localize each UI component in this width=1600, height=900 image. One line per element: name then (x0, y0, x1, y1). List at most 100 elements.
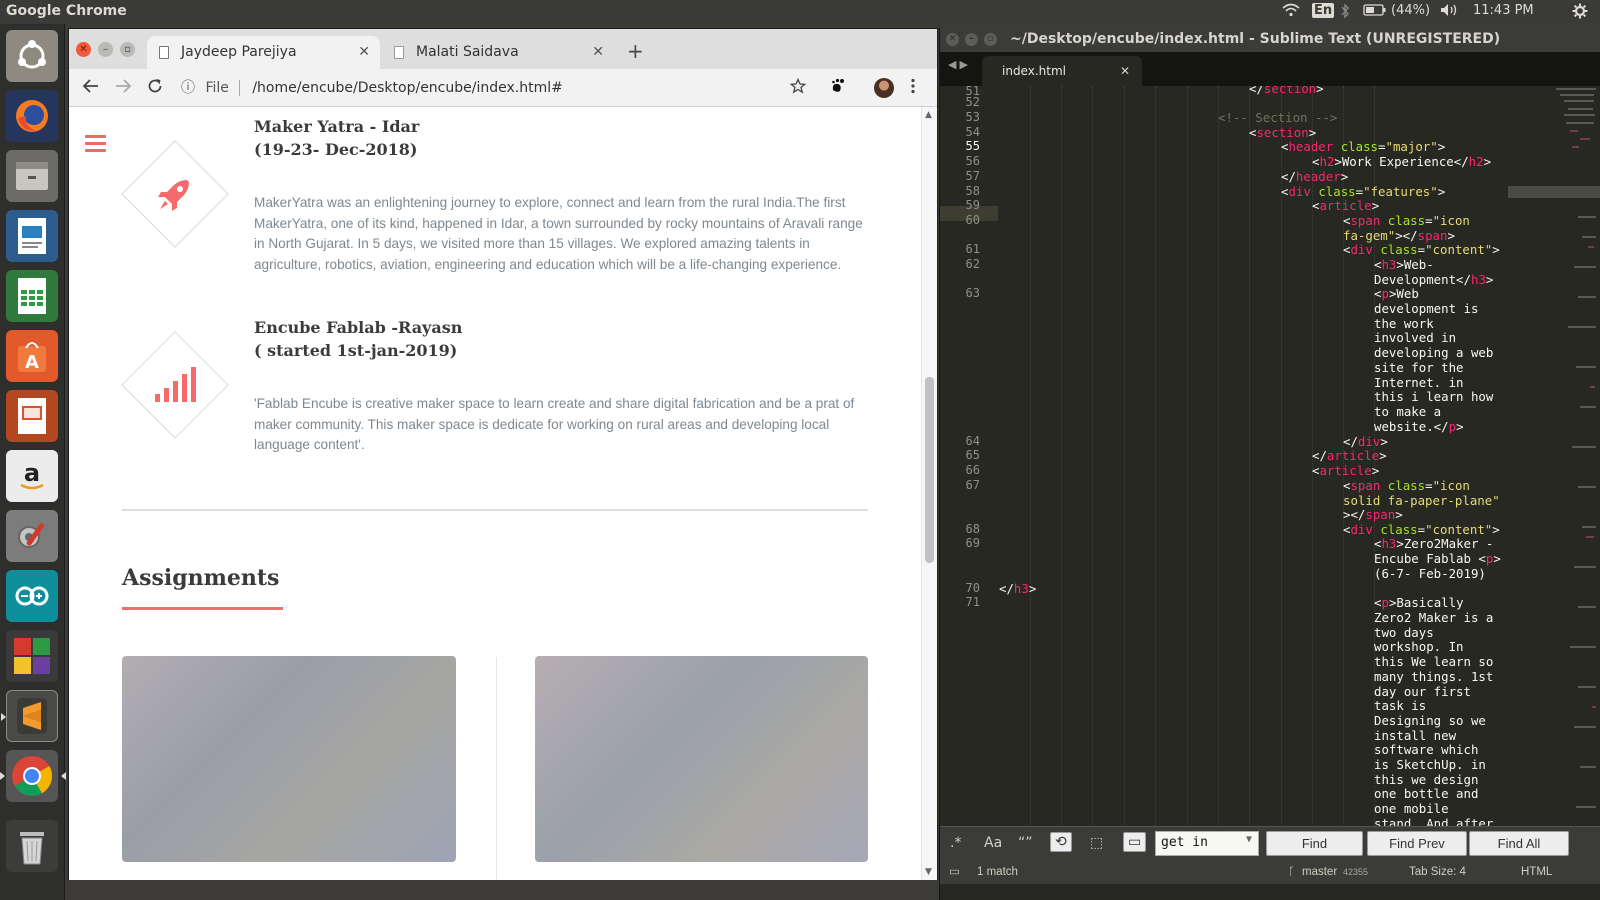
libreoffice-impress-icon[interactable] (6, 390, 58, 442)
find-input[interactable]: get in ▼ (1155, 831, 1259, 856)
status-bar: ▭ 1 match ᚴ master 42355 Tab Size: 4 HTM… (940, 860, 1600, 884)
line-number: 70 (965, 581, 980, 595)
line-number: 71 (965, 595, 980, 609)
session-gear-icon[interactable] (1572, 3, 1588, 23)
tab-malati-saidava[interactable]: Malati Saidava ✕ (382, 36, 614, 69)
scrollbar-thumb[interactable] (925, 377, 934, 563)
maximize-window-button[interactable]: ▫ (984, 33, 997, 46)
libreoffice-calc-icon[interactable] (6, 270, 58, 322)
line-number: 53 (965, 110, 980, 124)
clock[interactable]: 11:43 PM (1473, 3, 1534, 18)
wifi-icon[interactable] (1282, 3, 1300, 21)
close-tab-icon[interactable]: ✕ (592, 36, 604, 69)
wrap-toggle-icon[interactable]: ⟲ (1050, 832, 1072, 852)
panel-toggle-icon[interactable]: ▭ (949, 860, 960, 884)
section-divider (122, 509, 868, 511)
tab-size[interactable]: Tab Size: 4 (1409, 860, 1466, 884)
page-icon (159, 46, 169, 59)
find-panel: .* Aa “” ⟲ ⬚ ▭ get in ▼ Find Find Prev F… (940, 826, 1600, 860)
menu-hamburger-icon[interactable] (85, 135, 106, 152)
find-prev-button[interactable]: Find Prev (1367, 831, 1467, 856)
bookmark-star-icon[interactable] (789, 77, 807, 98)
close-tab-icon[interactable]: ✕ (358, 36, 370, 69)
code-line: <div class="content"> (1343, 242, 1500, 257)
extension-gnome-icon[interactable] (830, 78, 846, 98)
code-line: <div class="features"> (1281, 184, 1446, 199)
close-window-button[interactable]: ✕ (946, 33, 959, 46)
find-query: get in (1161, 835, 1208, 850)
page-scrollbar[interactable]: ▲ ▼ (921, 107, 937, 880)
scroll-down-arrow-icon[interactable]: ▼ (925, 867, 932, 877)
assignment-card-image[interactable] (122, 656, 456, 862)
tab-jaydeep-parejiya[interactable]: Jaydeep Parejiya ✕ (147, 36, 380, 69)
svg-text:a: a (24, 459, 40, 487)
running-indicator (0, 772, 5, 780)
tab-nav-arrows-icon[interactable]: ◀▶ (948, 58, 971, 71)
line-number: 59 (965, 198, 980, 212)
syntax-mode[interactable]: HTML (1521, 860, 1552, 884)
back-arrow-icon[interactable] (82, 78, 99, 98)
whole-word-toggle[interactable]: “” (1018, 835, 1033, 851)
address-bar[interactable]: ⓘ File /home/encube/Desktop/encube/index… (181, 77, 781, 99)
active-app-title: Google Chrome (6, 3, 127, 19)
forward-arrow-icon[interactable] (115, 78, 132, 98)
assignment-card-image[interactable] (535, 656, 868, 862)
regex-toggle[interactable]: .* (950, 835, 961, 851)
site-info-icon[interactable]: ⓘ (181, 80, 195, 96)
minimize-window-button[interactable]: – (98, 42, 113, 57)
maximize-window-button[interactable]: ▫ (120, 42, 135, 57)
heading-underline (122, 607, 283, 610)
google-chrome-icon[interactable] (0, 750, 66, 802)
minimap[interactable] (1508, 86, 1600, 846)
bluetooth-icon[interactable] (1340, 3, 1350, 23)
code-line: to make a (1374, 404, 1442, 419)
code-line: this i learn how (1374, 389, 1494, 404)
code-line: is SketchUp. in (1374, 757, 1486, 772)
libreoffice-writer-icon[interactable] (6, 210, 58, 262)
system-settings-icon[interactable] (6, 510, 58, 562)
line-number: 63 (965, 286, 980, 300)
code-line: </section> (1249, 86, 1324, 96)
close-window-button[interactable]: ✕ (76, 42, 91, 57)
trash-icon[interactable] (6, 820, 58, 872)
more-menu-icon[interactable] (910, 78, 916, 98)
git-branch[interactable]: master (1302, 860, 1337, 884)
url-text[interactable]: /home/encube/Desktop/encube/index.html# (252, 80, 563, 96)
scheme-label: File (205, 80, 240, 96)
keyboard-layout-indicator[interactable]: En (1312, 3, 1335, 18)
amazon-icon[interactable]: a (6, 450, 58, 502)
new-tab-button[interactable]: + (627, 41, 644, 61)
close-tab-icon[interactable]: ✕ (1120, 56, 1130, 86)
ubuntu-dash-icon[interactable] (6, 30, 58, 82)
line-number: 52 (965, 95, 980, 109)
code-line: the work (1374, 316, 1434, 331)
highlight-matches-toggle-icon[interactable]: ▭ (1123, 832, 1147, 852)
case-sensitive-toggle[interactable]: Aa (984, 835, 1002, 851)
scroll-up-arrow-icon[interactable]: ▲ (925, 110, 932, 120)
mixed-app-icon[interactable] (6, 630, 58, 682)
code-line: <h2>Work Experience</h2> (1312, 154, 1492, 169)
tab-index-html[interactable]: index.html ✕ (982, 56, 1142, 86)
find-all-button[interactable]: Find All (1469, 831, 1569, 856)
code-line: many things. 1st (1374, 669, 1494, 684)
find-button[interactable]: Find (1266, 831, 1363, 856)
history-dropdown-icon[interactable]: ▼ (1246, 834, 1252, 845)
rocket-icon (145, 164, 205, 224)
battery-icon[interactable] (1363, 3, 1387, 21)
minimize-window-button[interactable]: – (965, 33, 978, 46)
files-icon[interactable] (6, 150, 58, 202)
volume-icon[interactable] (1440, 3, 1460, 21)
line-number: 55 (965, 139, 980, 153)
sublime-text-icon[interactable] (1, 690, 58, 742)
ubuntu-software-icon[interactable]: A (6, 330, 58, 382)
code-editor[interactable]: </section> <!-- Section --> <section> <h… (999, 86, 1567, 846)
code-line: Zero2 Maker is a (1374, 610, 1494, 625)
chrome-window: ✕ – ▫ Jaydeep Parejiya ✕ Malati Saidava … (68, 28, 938, 880)
in-selection-toggle-icon[interactable]: ⬚ (1090, 835, 1103, 851)
profile-avatar[interactable] (874, 78, 894, 98)
assignments-heading: Assignments (122, 565, 280, 591)
firefox-icon[interactable] (6, 90, 58, 142)
arduino-icon[interactable] (6, 570, 58, 622)
svg-text:A: A (25, 352, 39, 373)
reload-icon[interactable] (147, 78, 163, 98)
